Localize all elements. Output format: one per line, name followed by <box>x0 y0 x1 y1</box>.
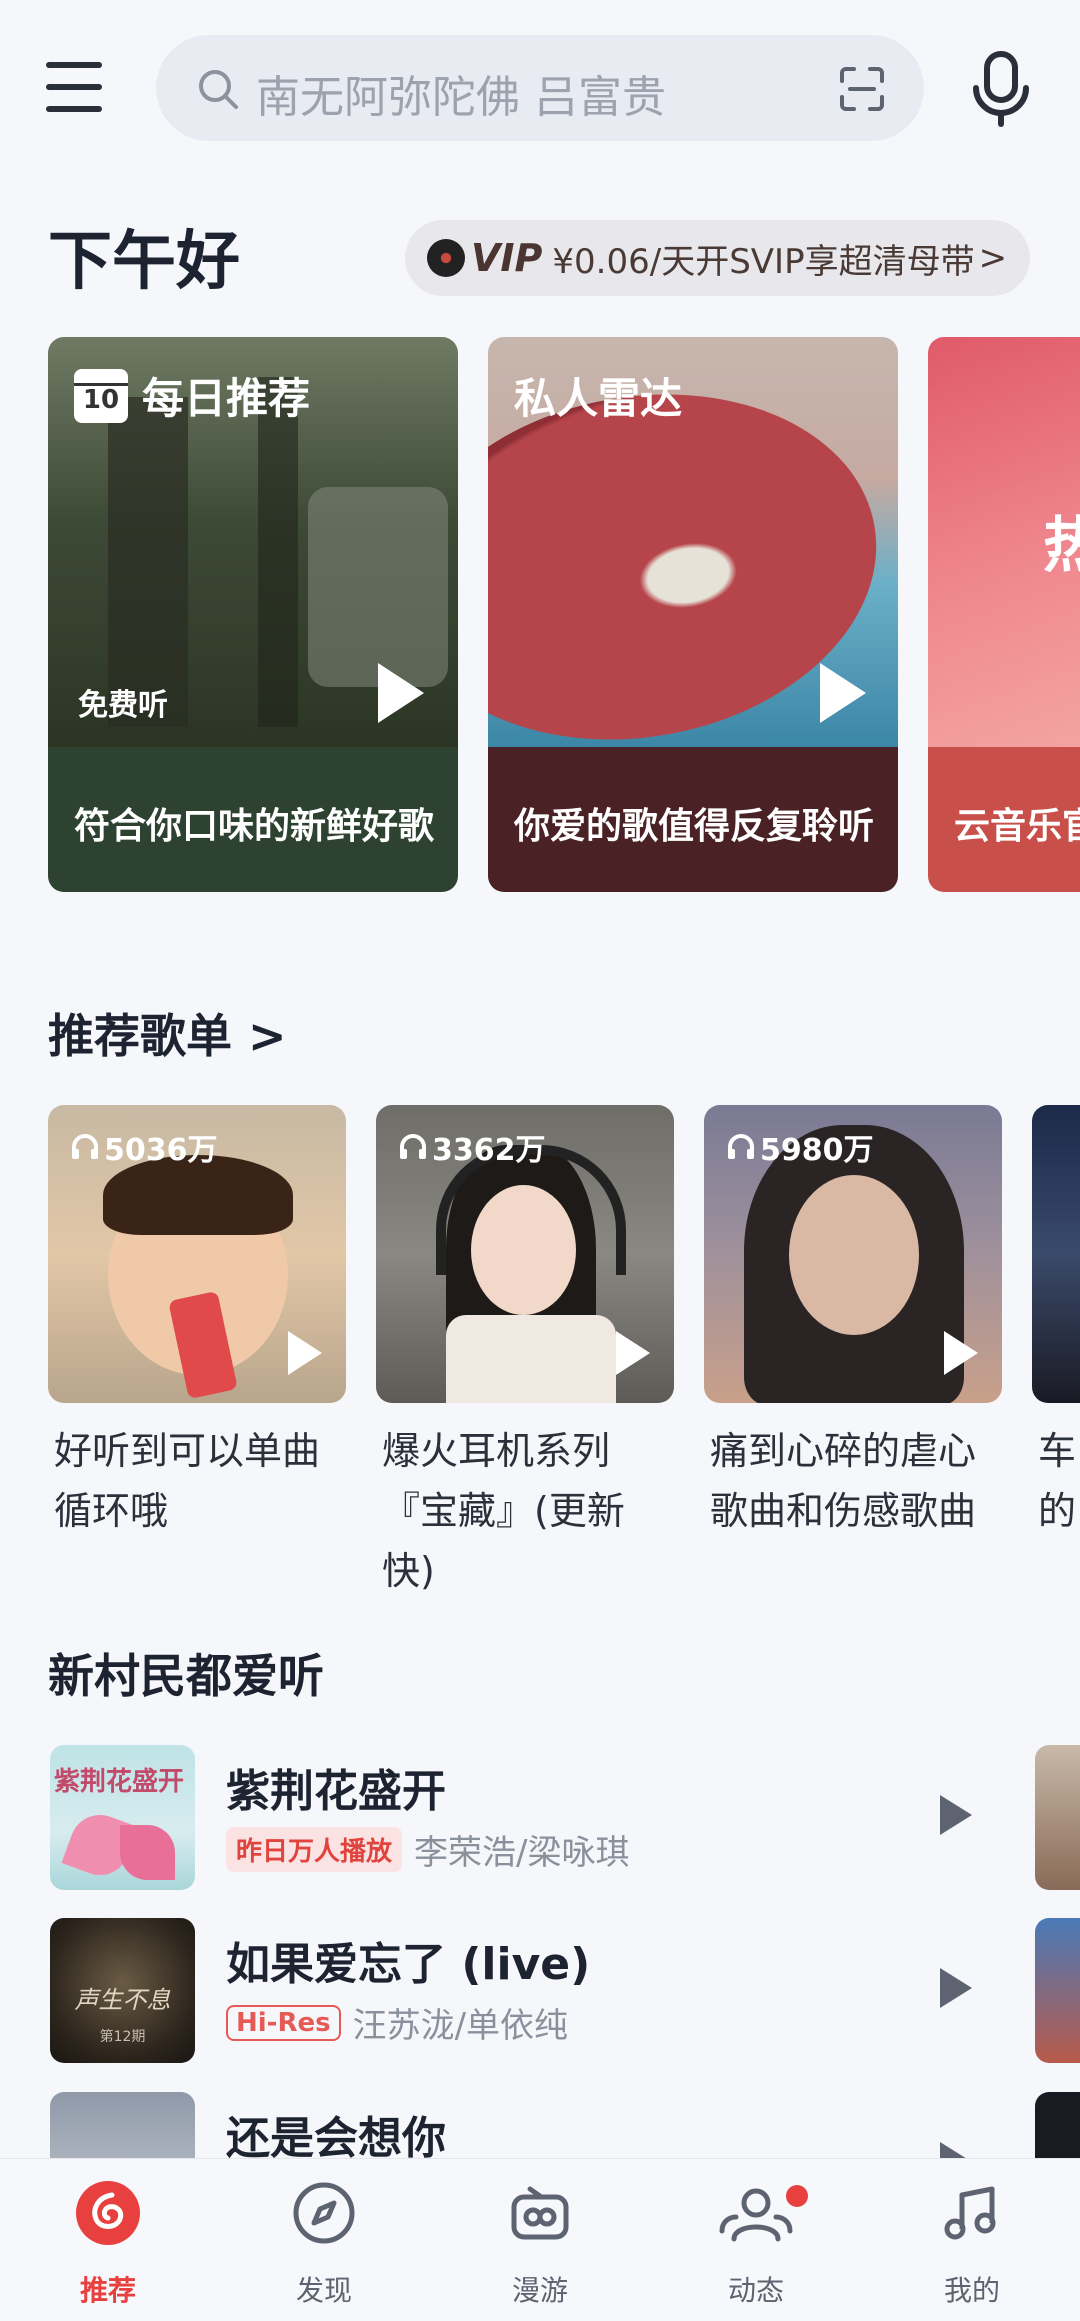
vip-badge: VIP <box>471 236 543 280</box>
playlist-cover: 5036万 <box>48 1105 346 1403</box>
song-meta: Hi-Res 汪苏泷/单依纯 <box>226 1998 568 2047</box>
cover-subtext: 第12期 <box>99 2029 146 2045</box>
tab-label: 我的 <box>943 2274 1000 2307</box>
search-bar[interactable]: 南无阿弥陀佛 吕富贵 <box>156 35 924 141</box>
playlist-name: 车 的 <box>1038 1429 1077 1533</box>
calendar-icon: 10 <box>74 368 128 423</box>
card-title: 10 每日推荐 <box>74 365 310 426</box>
tab-label: 漫游 <box>511 2274 568 2307</box>
song-cover: 紫荆花盛开 <box>50 1745 195 1890</box>
search-placeholder: 南无阿弥陀佛 吕富贵 <box>256 72 666 123</box>
recommended-playlists-header[interactable]: 推荐歌单 > <box>48 1000 287 1066</box>
compass-icon <box>293 2182 355 2244</box>
free-label: 免费听 <box>78 688 168 723</box>
playlist-name: 好听到可以单曲 循环哦 <box>54 1429 321 1533</box>
vip-text: ¥0.06/天开SVIP享超清母带 <box>552 241 975 282</box>
play-icon[interactable] <box>940 1968 972 2008</box>
play-icon[interactable] <box>944 1331 978 1375</box>
hot-chart-card[interactable]: 热 云音乐官 <box>928 337 1080 892</box>
playlist-card[interactable]: 5036万 好听到可以单曲 循环哦 <box>48 1105 346 1541</box>
card-title: 热 <box>1043 511 1080 581</box>
card-title: 私人雷达 <box>514 374 683 423</box>
netease-logo-icon <box>76 2181 140 2245</box>
song-artists: 李荣浩/梁咏琪 <box>414 1833 630 1873</box>
song-title: 如果爱忘了 (live) <box>226 1939 591 1990</box>
headphones-icon <box>72 1134 98 1159</box>
radio-icon <box>511 2186 569 2240</box>
scan-icon[interactable] <box>838 65 886 113</box>
playlist-card[interactable]: 3362万 爆火耳机系列 『宝藏』(更新快) <box>376 1105 674 1601</box>
song-title: 还是会想你 <box>226 2113 446 2164</box>
cover-text: 紫荆花盛开 <box>54 1767 185 1797</box>
tab-moments[interactable]: 动态 <box>648 2159 864 2321</box>
playlist-card[interactable]: 车 的 <box>1032 1105 1080 1541</box>
playlist-name: 痛到心碎的虐心 歌曲和伤感歌曲 <box>710 1429 977 1533</box>
play-count: 3362万 <box>398 1125 546 1169</box>
song-row[interactable]: 紫荆花盛开 紫荆花盛开 昨日万人播放 李荣浩/梁咏琪 <box>50 1745 1080 1890</box>
notification-dot <box>786 2185 808 2207</box>
menu-icon-bar <box>46 62 102 68</box>
tab-label: 发现 <box>295 2274 352 2307</box>
tab-label: 动态 <box>727 2274 784 2307</box>
tab-mine[interactable]: 我的 <box>864 2159 1080 2321</box>
greeting-title: 下午好 <box>48 225 240 299</box>
song-row[interactable]: 声生不息 第12期 如果爱忘了 (live) Hi-Res 汪苏泷/单依纯 <box>50 1918 1080 2063</box>
playlist-card[interactable]: 5980万 痛到心碎的虐心 歌曲和伤感歌曲 <box>704 1105 1002 1541</box>
play-icon[interactable] <box>616 1331 650 1375</box>
song-artists: 汪苏泷/单依纯 <box>352 2006 569 2046</box>
next-column-cover[interactable] <box>1035 1918 1080 2063</box>
card-caption: 云音乐官 <box>954 806 1080 847</box>
song-title: 紫荆花盛开 <box>226 1766 446 1817</box>
card-caption: 你爱的歌值得反复聆听 <box>514 806 875 847</box>
menu-icon-bar <box>46 84 102 90</box>
friends-icon <box>719 2188 793 2242</box>
tab-recommend[interactable]: 推荐 <box>0 2159 216 2321</box>
song-meta: 昨日万人播放 李荣浩/梁咏琪 <box>226 1825 629 1874</box>
card-caption: 符合你口味的新鲜好歌 <box>74 806 435 847</box>
playlist-cover: 3362万 <box>376 1105 674 1403</box>
chevron-right-icon: > <box>978 238 1008 278</box>
playlist-cover: 5980万 <box>704 1105 1002 1403</box>
play-count: 5980万 <box>726 1125 874 1169</box>
music-note-icon <box>944 2186 996 2240</box>
play-count: 5036万 <box>70 1125 218 1169</box>
vinyl-icon <box>427 239 465 277</box>
menu-icon-bar <box>46 106 102 112</box>
tab-roam[interactable]: 漫游 <box>432 2159 648 2321</box>
chevron-right-icon: > <box>248 1009 287 1063</box>
play-icon[interactable] <box>820 663 866 723</box>
section-title: 新村民都爱听 <box>48 1649 324 1703</box>
next-column-cover[interactable] <box>1035 1745 1080 1890</box>
section-title: 推荐歌单 <box>48 1009 232 1063</box>
hot-tag: 昨日万人播放 <box>226 1827 403 1872</box>
song-cover: 声生不息 第12期 <box>50 1918 195 2063</box>
tab-discover[interactable]: 发现 <box>216 2159 432 2321</box>
search-icon <box>199 70 238 109</box>
menu-button[interactable] <box>46 62 102 112</box>
headphones-icon <box>400 1134 426 1159</box>
microphone-icon[interactable] <box>970 50 1032 128</box>
play-icon[interactable] <box>288 1331 322 1375</box>
vip-banner[interactable]: VIP ¥0.06/天开SVIP享超清母带 > <box>405 220 1030 296</box>
headphones-icon <box>728 1134 754 1159</box>
daily-recommend-card[interactable]: 10 每日推荐 免费听 符合你口味的新鲜好歌 <box>48 337 458 892</box>
hires-tag: Hi-Res <box>226 2004 341 2041</box>
tab-label: 推荐 <box>79 2274 136 2307</box>
playlist-cover <box>1032 1105 1080 1403</box>
play-icon[interactable] <box>378 663 424 723</box>
play-icon[interactable] <box>940 1795 972 1835</box>
cover-text: 声生不息 <box>74 1986 171 2014</box>
private-radar-card[interactable]: 私人雷达 你爱的歌值得反复聆听 <box>488 337 898 892</box>
bottom-nav: 推荐 发现 漫游 动态 我的 <box>0 2158 1080 2321</box>
playlist-name: 爆火耳机系列 『宝藏』(更新快) <box>382 1429 625 1593</box>
